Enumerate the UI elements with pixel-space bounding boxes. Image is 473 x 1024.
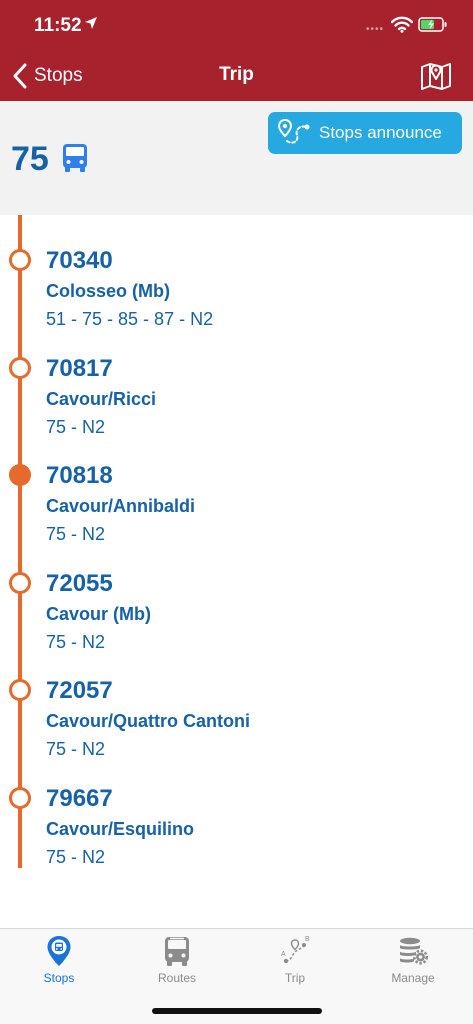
stop-code: 79667 xyxy=(46,785,113,812)
stop-code: 72057 xyxy=(46,677,113,704)
stop-lines: 75 - N2 xyxy=(46,739,106,759)
stop-item[interactable]: 70340 Colosseo (Mb) 51 - 75 - 85 - 87 - … xyxy=(0,227,473,329)
tab-trip[interactable]: A B Trip xyxy=(236,929,354,995)
stop-code: 70818 xyxy=(46,462,113,489)
route-pin-icon xyxy=(277,118,310,144)
status-bar: 11:52 •••• xyxy=(0,0,473,50)
tab-label: Manage xyxy=(391,971,435,985)
battery-charging-icon xyxy=(418,17,447,32)
stops-announce-button[interactable]: Stops announce xyxy=(268,112,462,154)
map-icon[interactable] xyxy=(420,60,452,90)
stop-item[interactable]: 72057 Cavour/Quattro Cantoni 75 - N2 xyxy=(0,657,473,759)
stop-name: Cavour (Mb) xyxy=(46,604,151,624)
bus-icon xyxy=(63,144,87,172)
stop-lines: 75 - N2 xyxy=(46,524,106,544)
stops-timeline: 70340 Colosseo (Mb) 51 - 75 - 85 - 87 - … xyxy=(0,215,473,870)
page-title: Trip xyxy=(219,64,254,85)
tab-stops[interactable]: Stops xyxy=(0,929,118,995)
bus-icon xyxy=(165,937,189,966)
stop-code: 70817 xyxy=(46,355,113,382)
tab-label: Routes xyxy=(157,971,197,985)
status-time: 11:52 xyxy=(34,15,82,36)
stop-name: Cavour/Quattro Cantoni xyxy=(46,711,251,731)
stops-announce-label: Stops announce xyxy=(319,123,442,142)
stop-lines: 51 - 75 - 85 - 87 - N2 xyxy=(46,309,214,329)
stop-name: Cavour/Annibaldi xyxy=(46,496,196,516)
route-number: 75 xyxy=(11,140,49,178)
stop-name: Cavour/Ricci xyxy=(46,389,157,409)
stop-item[interactable]: 70817 Cavour/Ricci 75 - N2 xyxy=(0,335,473,437)
stop-name: Colosseo (Mb) xyxy=(46,281,170,301)
stop-marker xyxy=(9,249,31,271)
wifi-icon xyxy=(391,16,413,33)
route-ab-icon: A B xyxy=(281,936,310,964)
stop-name: Cavour/Esquilino xyxy=(46,819,195,839)
tab-manage[interactable]: Manage xyxy=(354,929,472,995)
database-gear-icon xyxy=(400,937,428,965)
location-arrow-icon xyxy=(85,17,97,29)
stop-marker xyxy=(9,572,31,594)
stop-marker xyxy=(9,679,31,701)
home-indicator xyxy=(152,1008,322,1014)
stop-item[interactable]: 70818 Cavour/Annibaldi 75 - N2 xyxy=(0,442,473,544)
cellular-signal: •••• xyxy=(366,24,385,35)
stop-lines: 75 - N2 xyxy=(46,417,106,437)
tab-routes[interactable]: Routes xyxy=(118,929,236,995)
stop-lines: 75 - N2 xyxy=(46,847,106,867)
stop-marker-current xyxy=(9,464,31,486)
stop-marker xyxy=(9,357,31,379)
svg-text:B: B xyxy=(305,936,310,943)
stop-code: 72055 xyxy=(46,570,113,597)
app-header: 11:52 •••• Stops Trip xyxy=(0,0,473,101)
svg-text:A: A xyxy=(281,951,286,958)
tab-label: Trip xyxy=(284,971,306,985)
stop-code: 70340 xyxy=(46,247,113,274)
tab-label: Stops xyxy=(43,971,75,985)
stop-marker xyxy=(9,787,31,809)
bus-stop-pin-icon xyxy=(47,936,71,966)
stop-item[interactable]: 72055 Cavour (Mb) 75 - N2 xyxy=(0,550,473,652)
stop-item[interactable]: 79667 Cavour/Esquilino 75 - N2 xyxy=(0,765,473,867)
stop-lines: 75 - N2 xyxy=(46,632,106,652)
